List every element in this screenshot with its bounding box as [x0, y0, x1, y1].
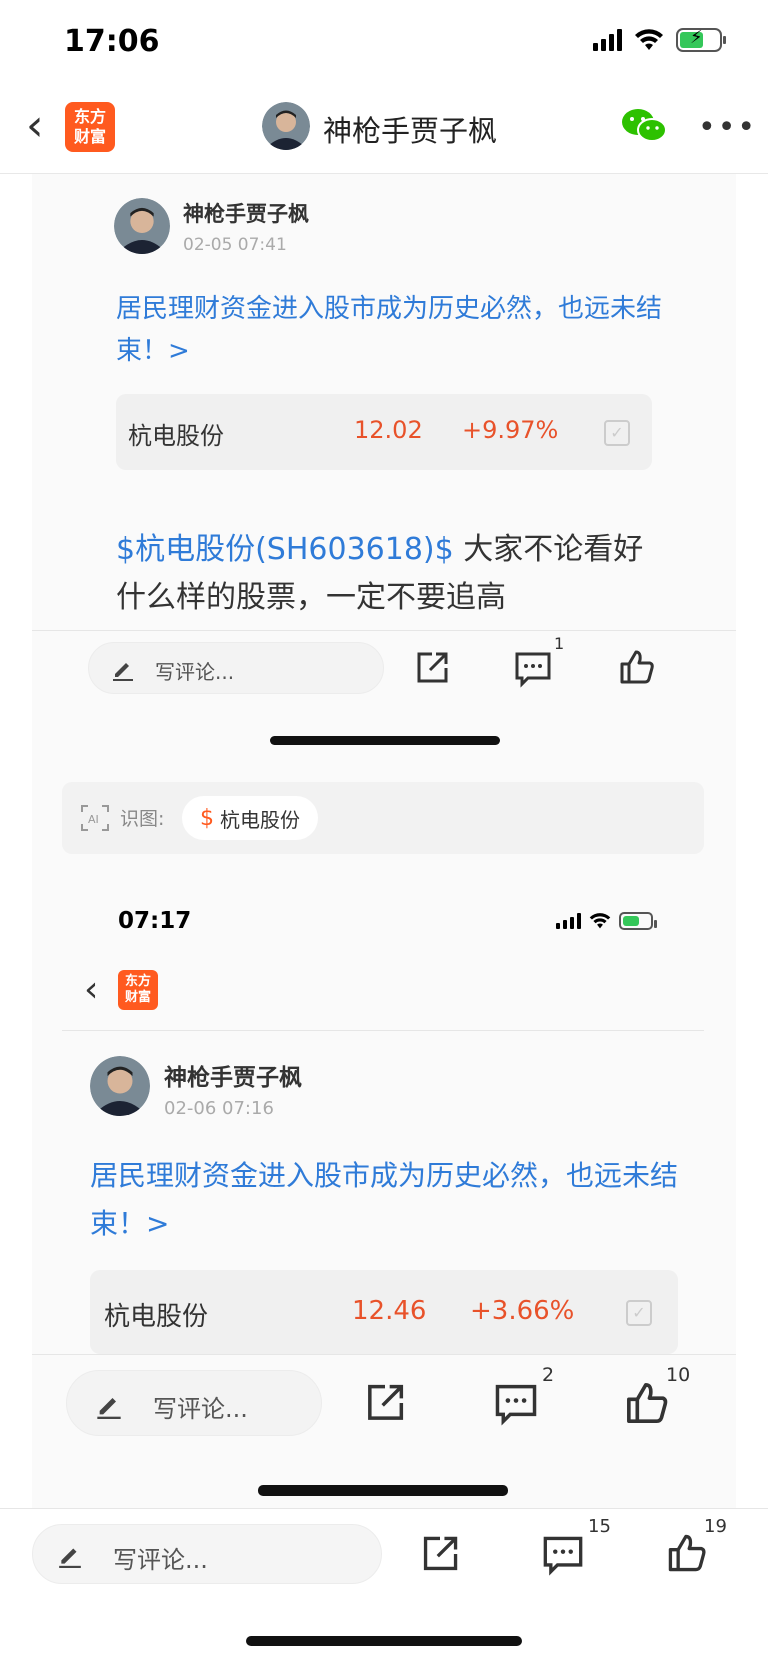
bottom-divider — [0, 1508, 768, 1509]
eastmoney-logo[interactable]: 东方 财富 — [65, 102, 115, 152]
inner-logo-line2: 财富 — [124, 990, 151, 1005]
stock-change: +9.97% — [462, 416, 559, 444]
checkbox-icon[interactable]: ✓ — [626, 1300, 652, 1326]
post1-author[interactable]: 神枪手贾子枫 — [183, 198, 309, 228]
comment-count: 1 — [554, 634, 565, 653]
home-indicator — [270, 736, 500, 745]
battery-icon: ⚡ — [676, 27, 726, 52]
post1-headline[interactable]: 居民理财资金进入股市成为历史必然，也远未结束！> — [116, 288, 668, 372]
divider — [32, 1354, 736, 1355]
status-time: 17:06 — [64, 24, 160, 59]
inner-eastmoney-logo[interactable]: 东方 财富 — [118, 970, 158, 1010]
inner-status-icons — [556, 912, 657, 930]
stock-change: +3.66% — [470, 1296, 575, 1326]
nav-bar: ‹ 东方 财富 神枪手贾子枫 ••• — [0, 82, 768, 174]
like-count: 10 — [666, 1364, 691, 1386]
divider — [32, 630, 736, 631]
comment-placeholder: 写评论... — [113, 1546, 208, 1574]
wechat-icon[interactable] — [620, 106, 668, 146]
inner-back-icon[interactable]: ‹ — [84, 972, 98, 1008]
post1-date: 02-05 07:41 — [183, 235, 287, 255]
cellular-signal-icon — [593, 29, 622, 51]
comment-icon[interactable] — [494, 1382, 538, 1426]
ocr-label: 识图: — [120, 808, 165, 830]
ocr-chip-label: 杭电股份 — [220, 807, 300, 832]
stock-price: 12.02 — [354, 416, 423, 444]
logo-text-line1: 东方 — [73, 107, 106, 126]
post2-stock-card[interactable]: 杭电股份 12.46 +3.66% ✓ — [90, 1270, 678, 1354]
pencil-icon — [59, 1548, 81, 1568]
like-icon[interactable] — [624, 1380, 670, 1426]
post2-avatar[interactable] — [90, 1056, 150, 1116]
app-page: 17:06 ⚡ ‹ 东方 财富 神枪手贾子枫 ••• 神枪手贾子枫 02-05 … — [0, 0, 768, 1663]
comment-icon[interactable] — [514, 650, 552, 688]
pencil-icon — [113, 663, 133, 681]
post1-avatar[interactable] — [114, 198, 170, 254]
share-icon[interactable] — [414, 650, 450, 686]
wifi-icon — [635, 29, 663, 50]
logo-text-line2: 财富 — [73, 127, 106, 146]
post1-body[interactable]: $杭电股份(SH603618)$ 大家不论看好什么样的股票，一定不要追高 — [116, 526, 668, 622]
pencil-icon — [97, 1398, 121, 1419]
ai-scan-icon: AI — [81, 805, 109, 831]
checkbox-icon[interactable]: ✓ — [604, 420, 630, 446]
comment-count: 2 — [542, 1364, 555, 1386]
inner-divider — [62, 1030, 704, 1031]
more-icon[interactable]: ••• — [698, 110, 757, 145]
post1-stock-card[interactable]: 杭电股份 12.02 +9.97% ✓ — [116, 394, 652, 470]
inner-logo-line1: 东方 — [124, 974, 151, 989]
inner-battery-icon — [619, 912, 657, 930]
author-avatar[interactable] — [262, 102, 310, 150]
post1-comment-input[interactable]: 写评论... — [88, 642, 384, 694]
comment-placeholder: 写评论... — [155, 660, 235, 684]
page-title: 神枪手贾子枫 — [323, 114, 498, 148]
post2-headline[interactable]: 居民理财资金进入股市成为历史必然，也远未结束！> — [90, 1152, 690, 1248]
status-icons: ⚡ — [593, 27, 726, 52]
stock-price: 12.46 — [352, 1296, 427, 1326]
ocr-stock-chip[interactable]: $ 杭电股份 — [182, 796, 318, 840]
comment-placeholder: 写评论... — [153, 1395, 248, 1423]
home-indicator — [246, 1636, 522, 1646]
comment-count: 15 — [588, 1516, 611, 1537]
back-icon[interactable]: ‹ — [26, 104, 44, 148]
dollar-icon: $ — [200, 805, 214, 831]
bottom-comment-input[interactable]: 写评论... — [32, 1524, 382, 1584]
like-count: 19 — [704, 1516, 727, 1537]
inner-signal-icon — [556, 913, 581, 929]
inner-wifi-icon — [589, 913, 611, 929]
like-icon[interactable] — [618, 648, 656, 686]
svg-text:AI: AI — [88, 813, 99, 826]
image-recognition-bar: AI 识图: $ 杭电股份 — [62, 782, 704, 854]
share-icon[interactable] — [420, 1534, 460, 1574]
stock-name: 杭电股份 — [104, 1302, 209, 1332]
inner-status-time: 07:17 — [118, 908, 192, 934]
post2-date: 02-06 07:16 — [164, 1098, 274, 1119]
comment-icon[interactable] — [542, 1534, 584, 1576]
stock-name: 杭电股份 — [128, 422, 224, 450]
share-icon[interactable] — [364, 1382, 406, 1424]
like-icon[interactable] — [666, 1532, 708, 1574]
post2-author[interactable]: 神枪手贾子枫 — [164, 1058, 302, 1092]
inner-home-indicator — [258, 1485, 508, 1496]
post2-comment-input[interactable]: 写评论... — [66, 1370, 322, 1436]
status-bar: 17:06 ⚡ — [0, 0, 768, 82]
stock-tag-link[interactable]: $杭电股份(SH603618)$ — [116, 532, 454, 567]
